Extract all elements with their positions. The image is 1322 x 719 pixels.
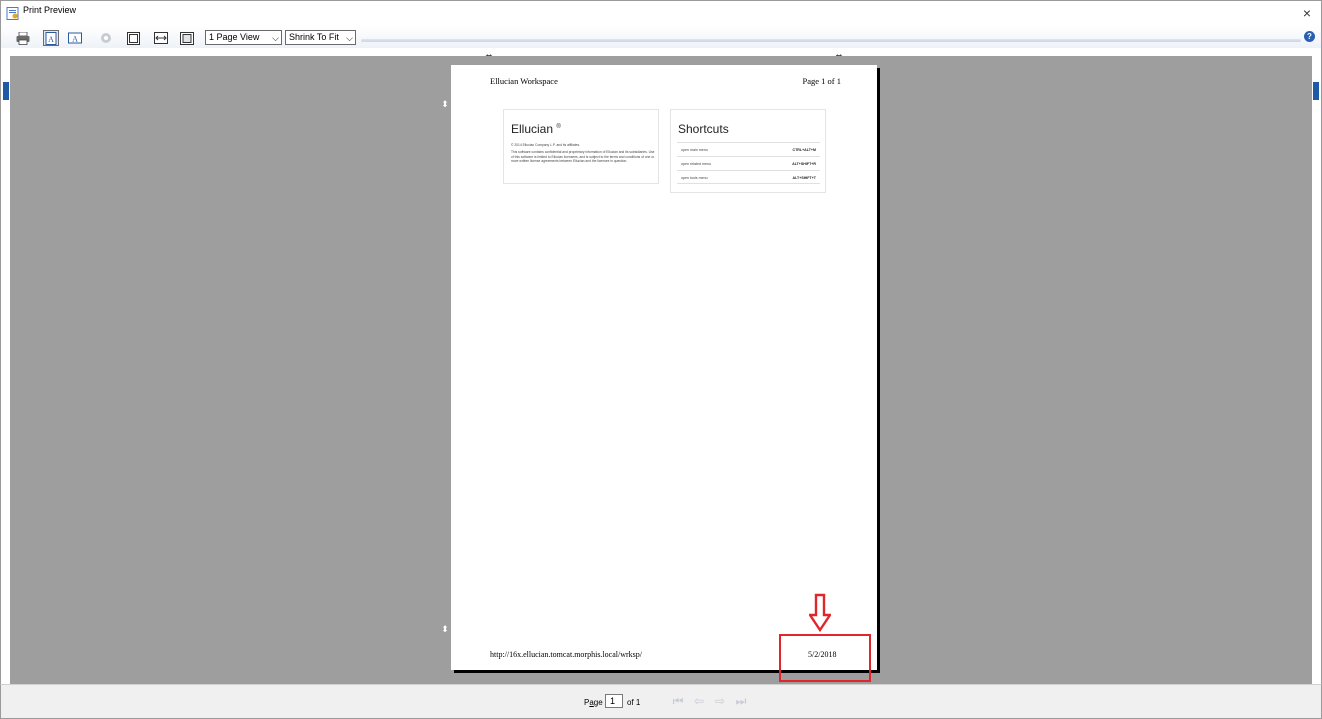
shortcut-row: open related menu ALT+SHIFT+R [677,156,820,170]
window-title: Print Preview [23,5,77,15]
page-count: of 1 [627,698,641,707]
shortcuts-card: Shortcuts open main menu CTRL+ALT+M open… [670,109,826,193]
left-edge [0,48,10,688]
full-page-button[interactable] [179,30,195,46]
print-button[interactable] [15,30,31,46]
shortcut-row: open tools menu ALT+SHIFT+T [677,170,820,184]
help-icon[interactable]: ? [1304,31,1315,42]
shrink-value: Shrink To Fit [289,32,339,42]
registered-mark: ® [556,124,561,130]
annotation-arrow-icon [809,593,831,633]
left-accent [3,82,9,100]
close-button[interactable]: × [1299,3,1315,23]
right-accent [1313,82,1319,100]
ellucian-title: Ellucian ® [511,122,561,136]
shortcut-label: open main menu [681,148,708,152]
ie-page-icon [6,7,19,20]
svg-text:A: A [72,35,78,44]
toolbar: A A 1 Page View ⌵ Shrink To Fit ⌵ ? [0,26,1322,48]
shortcut-label: open related menu [681,162,711,166]
shortcut-keys: CTRL+ALT+M [792,148,817,152]
page-setup-button[interactable] [98,30,114,46]
shortcut-label: open tools menu [681,176,708,180]
gear-icon [101,33,111,43]
shortcut-keys: ALT+SHIFT+R [792,162,816,166]
page-header-number: Page 1 of 1 [802,76,841,86]
toolbar-decor [361,39,1301,42]
last-page-icon[interactable]: ⏭ [734,694,748,708]
portrait-button[interactable]: A [43,30,59,46]
full-width-button[interactable] [153,30,169,46]
ellucian-body: This software contains confidential and … [511,150,655,164]
bottom-margin-handle-icon[interactable]: ⬍ [440,623,450,635]
page-view-select[interactable]: 1 Page View ⌵ [205,30,282,45]
shortcuts-title: Shortcuts [678,122,729,136]
full-width-icon [154,32,168,44]
page-view-value: 1 Page View [209,32,260,42]
header-footer-button[interactable] [125,30,141,46]
shortcut-row: open main menu CTRL+ALT+M [677,142,820,156]
shortcuts-table: open main menu CTRL+ALT+M open related m… [677,142,820,184]
header-footer-icon [126,31,140,45]
top-margin-handle-icon[interactable]: ⬍ [440,98,450,110]
page-label: Page [584,698,603,707]
full-page-icon [180,31,194,45]
printer-icon [16,31,30,45]
svg-text:A: A [48,35,54,44]
chevron-down-icon: ⌵ [346,33,353,43]
ellucian-card: Ellucian ® © 2014 Ellucian Company L.P. … [503,109,659,184]
chevron-down-icon: ⌵ [272,33,279,43]
title-bar: Print Preview × [0,0,1322,26]
landscape-icon: A [68,32,82,44]
next-page-icon[interactable]: ⇨ [713,694,727,708]
status-bar: Page 1 of 1 ⏮ ⇦ ⇨ ⏭ [0,684,1322,719]
ellucian-title-text: Ellucian [511,122,554,136]
first-page-icon[interactable]: ⏮ [671,694,685,708]
right-edge [1312,48,1322,688]
ellucian-copyright: © 2014 Ellucian Company L.P. and its aff… [511,143,581,147]
annotation-highlight-box [779,634,871,682]
shrink-select[interactable]: Shrink To Fit ⌵ [285,30,356,45]
previous-page-icon[interactable]: ⇦ [692,694,706,708]
page-number-input[interactable]: 1 [605,694,623,708]
page-label-rest: ge [593,698,603,707]
landscape-button[interactable]: A [67,30,83,46]
portrait-icon: A [45,31,57,45]
print-page: Ellucian Workspace Page 1 of 1 Ellucian … [451,65,877,670]
shortcut-keys: ALT+SHIFT+T [792,176,817,180]
page-footer-url: http://16x.ellucian.tomcat.morphis.local… [490,650,642,659]
page-header-title: Ellucian Workspace [490,76,558,86]
